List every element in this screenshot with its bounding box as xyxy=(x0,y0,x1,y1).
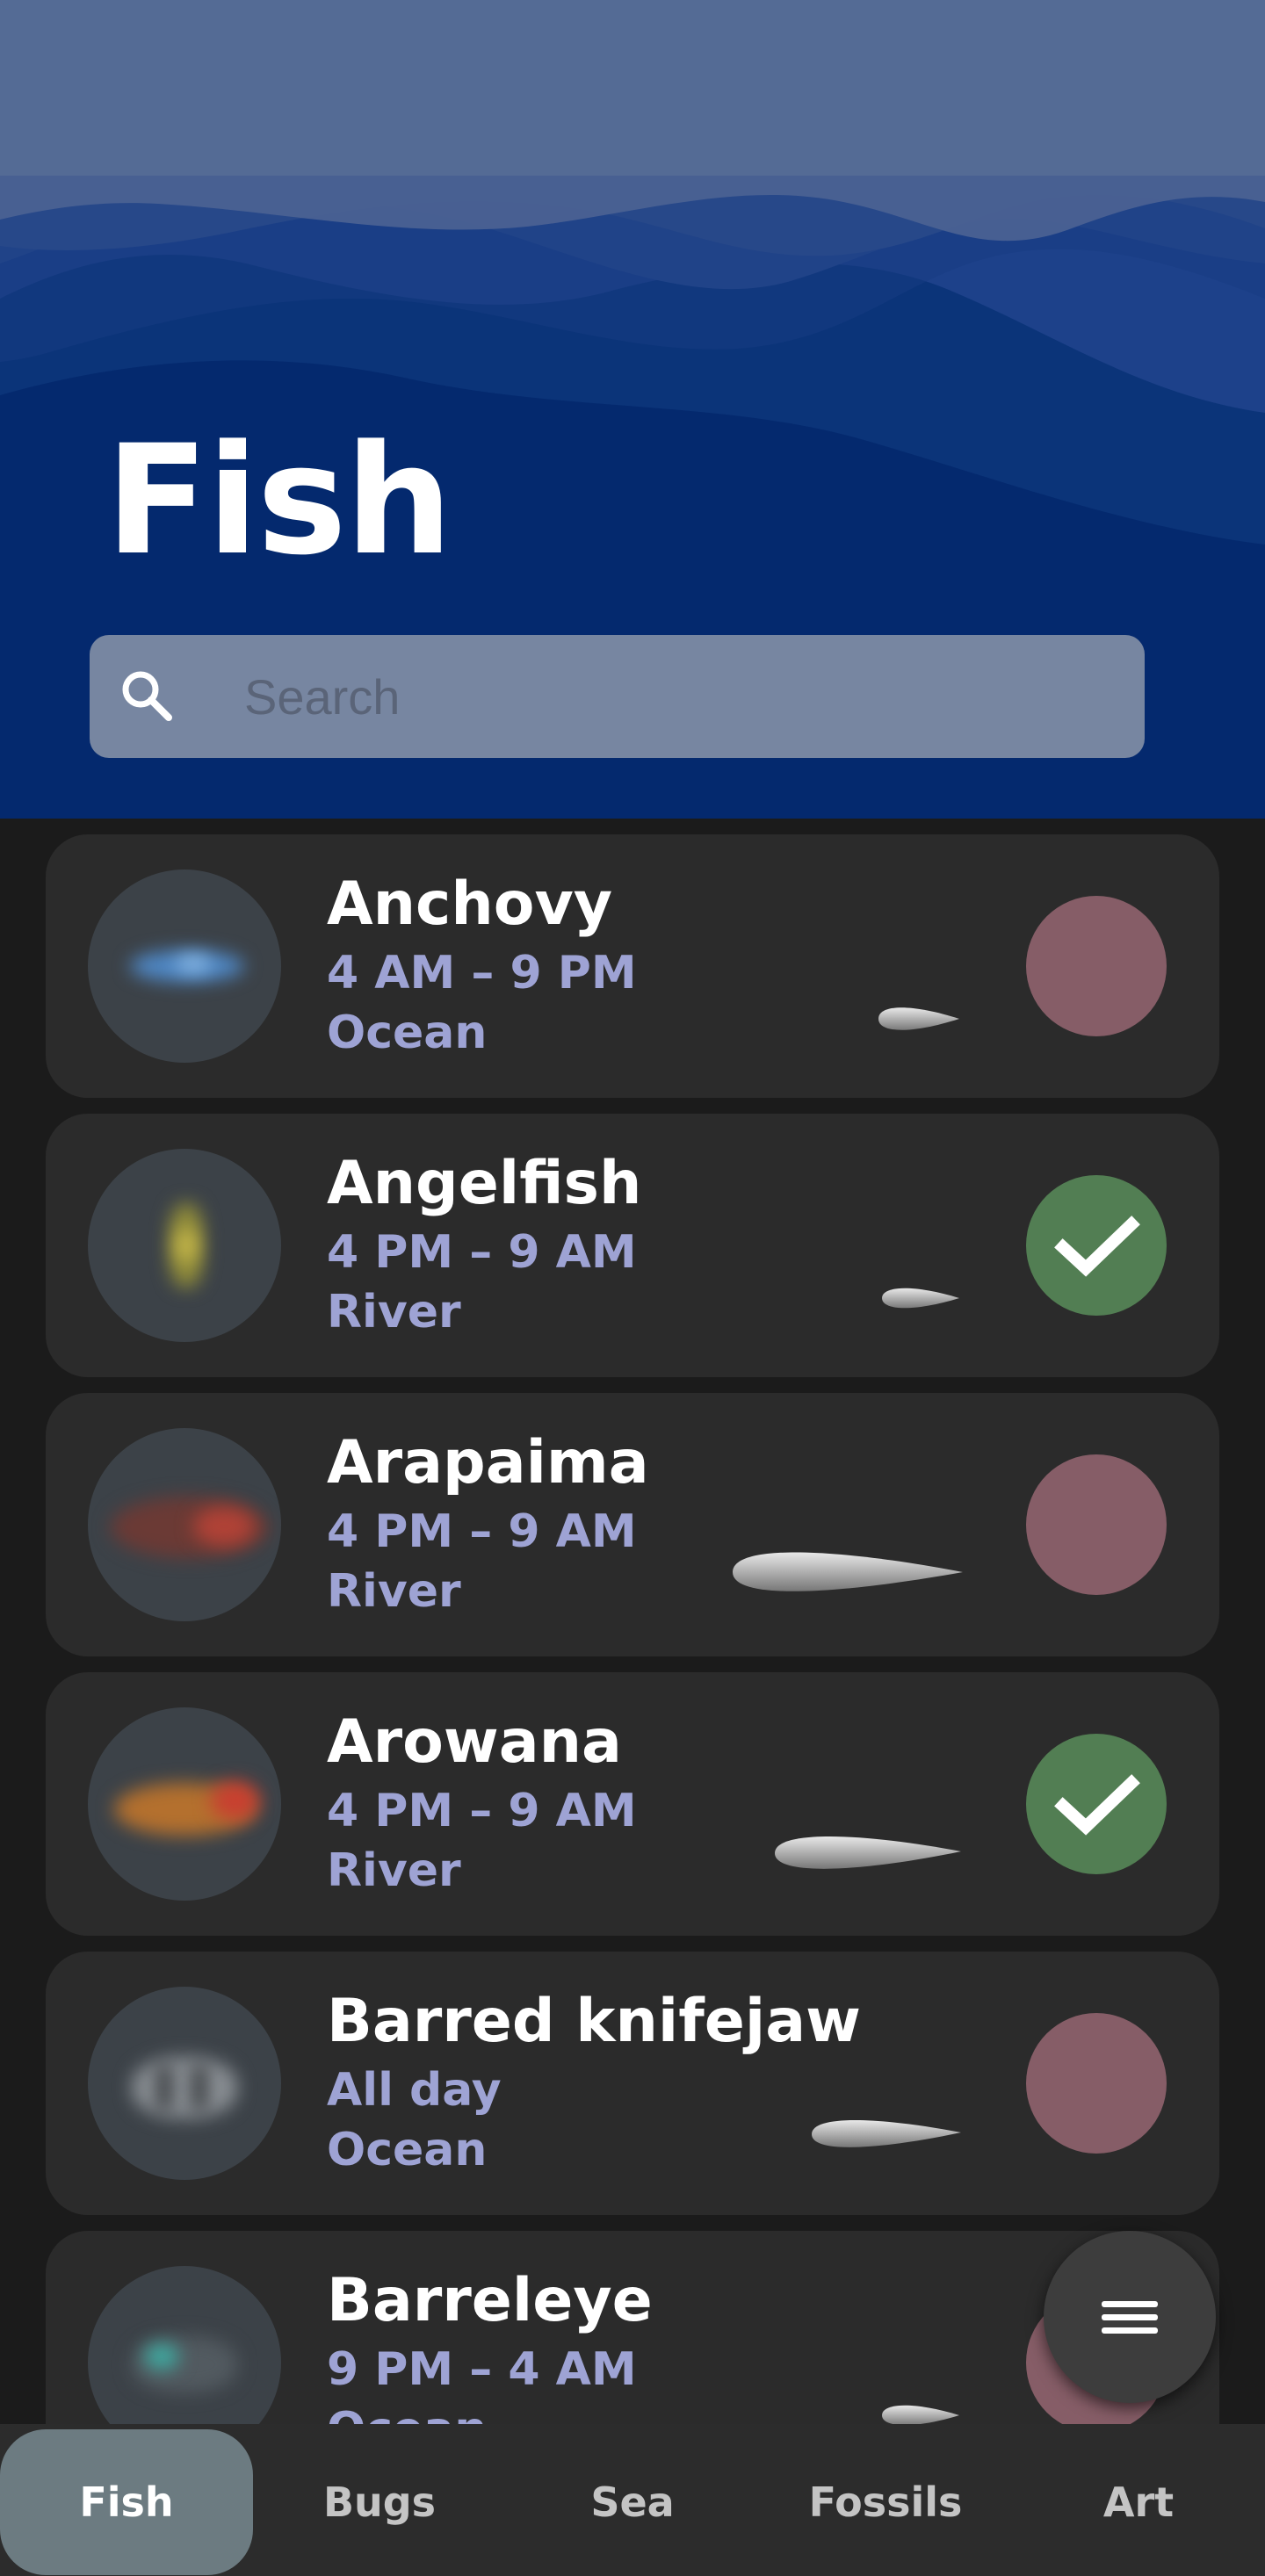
list-item[interactable]: Arowana 4 PM – 9 AM River xyxy=(46,1672,1219,1936)
fish-list: Anchovy 4 AM – 9 PM Ocean Angelfish 4 PM… xyxy=(46,834,1219,2424)
fish-shadow-icon xyxy=(878,1007,959,1030)
anchovy-icon xyxy=(88,869,281,1063)
fish-shadow-icon xyxy=(733,1552,963,1591)
search-input[interactable] xyxy=(244,661,1123,732)
fish-time: 9 PM – 4 AM xyxy=(327,2343,637,2396)
fish-shadow-icon xyxy=(882,2405,959,2424)
fish-location: Ocean xyxy=(327,2124,488,2176)
fish-time: All day xyxy=(327,2064,502,2117)
fish-location: River xyxy=(327,1286,461,1339)
app-screen: Fish Anchovy 4 AM – 9 PM Ocean xyxy=(0,0,1265,2576)
fish-location: River xyxy=(327,1844,461,1897)
arowana-icon xyxy=(88,1707,281,1901)
list-item[interactable]: Arapaima 4 PM – 9 AM River xyxy=(46,1393,1219,1656)
tab-sea[interactable]: Sea xyxy=(506,2429,759,2575)
check-icon xyxy=(1054,1774,1140,1836)
caught-toggle[interactable] xyxy=(1026,896,1167,1036)
arapaima-icon xyxy=(88,1428,281,1621)
fish-time: 4 PM – 9 AM xyxy=(327,1785,637,1837)
fish-location: River xyxy=(327,1565,461,1618)
list-item[interactable]: Barreleye 9 PM – 4 AM Ocean xyxy=(46,2231,1219,2424)
fish-time: 4 PM – 9 AM xyxy=(327,1226,637,1279)
barreleye-icon xyxy=(88,2266,281,2424)
caught-toggle[interactable] xyxy=(1026,1734,1167,1874)
search-icon xyxy=(122,671,172,721)
header: Fish xyxy=(0,0,1265,819)
tab-art[interactable]: Art xyxy=(1012,2429,1265,2575)
list-item[interactable]: Barred knifejaw All day Ocean xyxy=(46,1952,1219,2215)
search-bar[interactable] xyxy=(90,635,1145,758)
fish-shadow-icon xyxy=(812,2120,961,2147)
bottom-nav: Fish Bugs Sea Fossils Art xyxy=(0,2424,1265,2576)
fish-shadow-icon xyxy=(882,1288,959,1309)
fish-name: Anchovy xyxy=(327,869,613,939)
fish-location: Ocean xyxy=(327,2401,487,2424)
tab-fossils[interactable]: Fossils xyxy=(759,2429,1012,2575)
fish-location: Ocean xyxy=(327,1007,488,1059)
fish-name: Angelfish xyxy=(327,1149,642,1218)
angelfish-icon xyxy=(88,1149,281,1342)
fish-time: 4 AM – 9 PM xyxy=(327,947,637,999)
check-icon xyxy=(1054,1216,1140,1277)
fish-name: Barreleye xyxy=(327,2266,653,2335)
fish-shadow-icon xyxy=(775,1836,961,1869)
fish-name: Arowana xyxy=(327,1707,622,1777)
barred-knifejaw-icon xyxy=(88,1987,281,2180)
fish-time: 4 PM – 9 AM xyxy=(327,1505,637,1558)
caught-toggle[interactable] xyxy=(1026,1454,1167,1595)
caught-toggle[interactable] xyxy=(1026,1175,1167,1316)
menu-button[interactable] xyxy=(1044,2231,1216,2403)
list-item[interactable]: Anchovy 4 AM – 9 PM Ocean xyxy=(46,834,1219,1098)
page-title: Fish xyxy=(105,412,452,588)
caught-toggle[interactable] xyxy=(1026,2013,1167,2154)
tab-bugs[interactable]: Bugs xyxy=(253,2429,506,2575)
list-item[interactable]: Angelfish 4 PM – 9 AM River xyxy=(46,1114,1219,1377)
tab-fish[interactable]: Fish xyxy=(0,2429,253,2575)
fish-name: Arapaima xyxy=(327,1428,649,1497)
fish-name: Barred knifejaw xyxy=(327,1987,861,2056)
